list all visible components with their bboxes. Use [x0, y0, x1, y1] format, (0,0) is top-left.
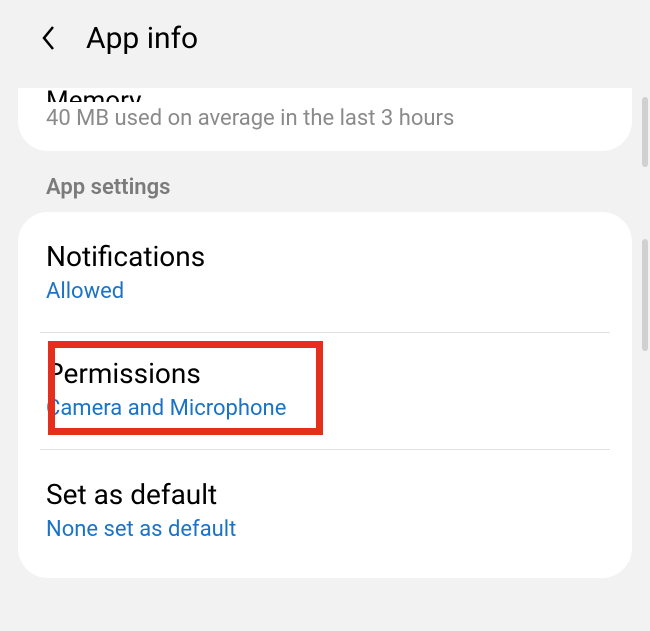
app-settings-card: Notifications Allowed Permissions Camera… — [18, 212, 632, 578]
permissions-item[interactable]: Permissions Camera and Microphone — [18, 333, 632, 449]
permissions-status: Camera and Microphone — [46, 396, 604, 421]
set-as-default-status: None set as default — [46, 517, 604, 542]
permissions-title: Permissions — [46, 357, 604, 390]
set-as-default-item[interactable]: Set as default None set as default — [18, 450, 632, 578]
header-bar: App info — [0, 0, 650, 76]
memory-title: Memory — [46, 88, 604, 102]
set-as-default-title: Set as default — [46, 478, 604, 511]
scrollbar-indicator — [642, 239, 648, 351]
notifications-title: Notifications — [46, 240, 604, 273]
scrollbar-indicator — [642, 97, 648, 167]
page-title: App info — [86, 21, 198, 56]
memory-subtitle: 40 MB used on average in the last 3 hour… — [46, 106, 604, 131]
memory-item[interactable]: Memory 40 MB used on average in the last… — [18, 88, 632, 151]
notifications-status: Allowed — [46, 279, 604, 304]
section-header-app-settings: App settings — [0, 151, 650, 212]
chevron-left-icon — [41, 25, 55, 51]
notifications-item[interactable]: Notifications Allowed — [18, 212, 632, 332]
back-button[interactable] — [30, 20, 66, 56]
